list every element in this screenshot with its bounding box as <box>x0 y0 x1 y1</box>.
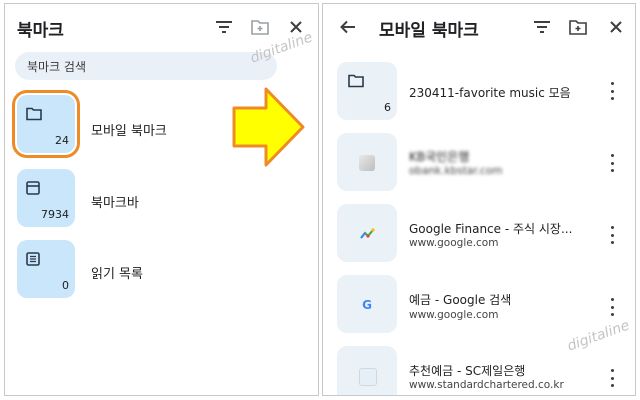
folder-header: 모바일 북마크 <box>323 4 635 50</box>
google-g-icon: G <box>362 298 372 312</box>
folder-tile-mobile-bookmarks[interactable]: 24 <box>12 90 80 158</box>
folder-label[interactable]: 북마크바 <box>91 192 139 211</box>
panel-title: 모바일 북마크 <box>379 21 479 41</box>
folder-tile-bookmark-bar[interactable]: 7934 <box>17 169 75 227</box>
bookmark-title[interactable]: Google Finance - 주식 시장... <box>409 220 572 237</box>
bookmark-folder-tile[interactable]: 6 <box>337 62 397 120</box>
more-options-icon[interactable] <box>606 298 618 316</box>
filter-icon[interactable] <box>213 16 235 38</box>
more-options-icon[interactable] <box>606 226 618 244</box>
search-input[interactable]: 북마크 검색 <box>15 52 277 80</box>
bookmark-title[interactable]: 230411-favorite music 모음 <box>409 84 571 101</box>
folder-label[interactable]: 읽기 목록 <box>91 263 143 282</box>
close-icon[interactable] <box>605 16 627 38</box>
bookmark-favicon-tile[interactable]: G <box>337 275 397 333</box>
bookmark-favicon-tile[interactable] <box>337 204 397 262</box>
bookmark-title[interactable]: 예금 - Google 검색 <box>409 291 511 308</box>
folder-count: 7934 <box>41 208 69 221</box>
kb-bank-icon <box>359 155 375 171</box>
search-placeholder: 북마크 검색 <box>27 60 87 74</box>
folder-count: 6 <box>384 101 391 114</box>
more-options-icon[interactable] <box>606 154 618 172</box>
mobile-bookmarks-panel: 모바일 북마크 6 230411-favorite music 모음 KB국민은… <box>322 3 636 396</box>
folder-icon <box>26 106 42 125</box>
bookmark-url: www.google.com <box>409 309 499 321</box>
reading-list-icon <box>26 251 40 270</box>
google-finance-icon <box>359 226 375 242</box>
folder-label[interactable]: 모바일 북마크 <box>91 120 167 139</box>
bookmark-title[interactable]: 추천예금 - SC제일은행 <box>409 362 525 379</box>
bookmark-bar-icon <box>26 180 40 199</box>
bookmark-url: www.google.com <box>409 237 499 249</box>
folder-icon <box>348 73 364 92</box>
bookmark-url: obank.kbstar.com <box>409 165 503 177</box>
bookmark-url: www.standardchartered.co.kr <box>409 379 564 391</box>
bookmark-favicon-tile[interactable] <box>337 133 397 191</box>
folder-count: 24 <box>55 134 69 147</box>
folder-count: 0 <box>62 279 69 292</box>
more-options-icon[interactable] <box>606 369 618 387</box>
sc-bank-icon <box>359 368 377 386</box>
bookmark-favicon-tile[interactable] <box>337 346 397 395</box>
more-options-icon[interactable] <box>606 82 618 100</box>
watermark: digitaline <box>565 317 632 355</box>
bookmarks-panel: 북마크 북마크 검색 24 모바일 북마크 7934 북마크바 0 읽기 목록 … <box>4 3 319 396</box>
bookmark-title-text: 추천예금 - SC제일은행 <box>409 364 526 378</box>
new-folder-icon[interactable] <box>249 16 271 38</box>
folder-tile-reading-list[interactable]: 0 <box>17 240 75 298</box>
filter-icon[interactable] <box>531 16 553 38</box>
right-arrow-icon <box>232 86 306 172</box>
back-arrow-icon[interactable] <box>337 16 359 38</box>
panel-title: 북마크 <box>17 21 64 41</box>
new-folder-icon[interactable] <box>567 16 589 38</box>
bookmark-title[interactable]: KB국민은행 <box>409 148 469 165</box>
